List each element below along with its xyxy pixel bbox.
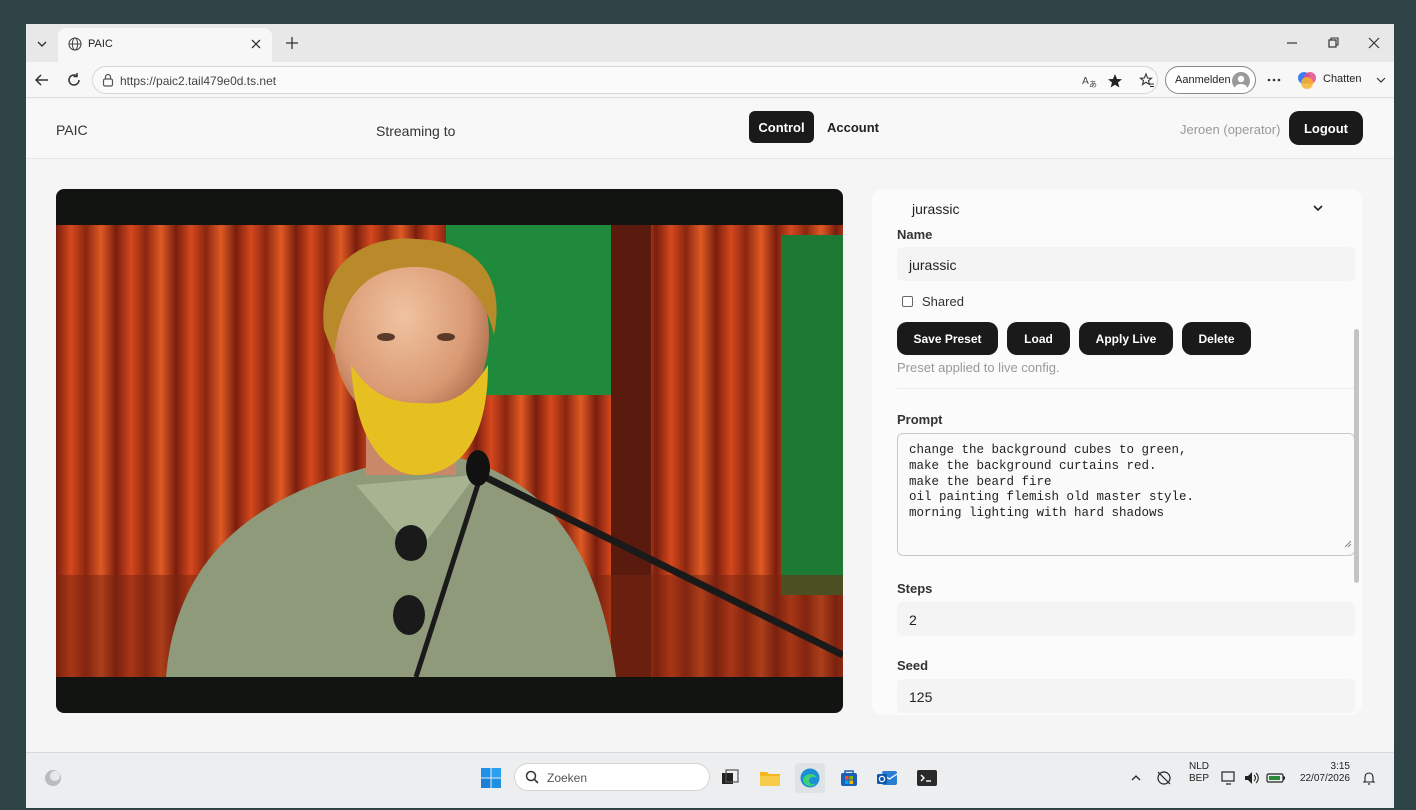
url-bar[interactable]: https://paic2.tail479e0d.ts.net Aあ [92, 66, 1158, 94]
taskbar-search[interactable]: Zoeken [514, 763, 710, 791]
user-label: Jeroen (operator) [1180, 122, 1281, 137]
tab-bar: PAIC [26, 24, 1394, 62]
apply-live-button[interactable]: Apply Live [1079, 322, 1173, 355]
nav-control[interactable]: Control [749, 111, 814, 143]
status-message: Preset applied to live config. [897, 360, 1060, 375]
steps-label: Steps [897, 581, 933, 596]
prompt-line: make the background curtains red. [909, 458, 1157, 473]
streaming-label: Streaming to [376, 123, 456, 139]
seed-input-value: 125 [909, 689, 933, 705]
tab-close-icon[interactable] [248, 36, 264, 52]
svg-text:A: A [1082, 76, 1089, 87]
divider [897, 388, 1355, 389]
delete-button[interactable]: Delete [1182, 322, 1251, 355]
web-page: PAIC Streaming to Control Account Jeroen… [26, 99, 1394, 751]
notification-bell-icon[interactable] [1358, 763, 1380, 793]
clock-time: 3:15 [1330, 761, 1350, 772]
logout-button[interactable]: Logout [1289, 111, 1363, 145]
refresh-icon[interactable] [62, 68, 86, 92]
read-aloud-icon[interactable]: Aあ [1081, 72, 1099, 90]
keyboard-layout-code: BEP [1188, 773, 1209, 784]
prompt-line: oil painting flemish old master style. [909, 490, 1195, 505]
name-input[interactable]: jurassic [897, 247, 1355, 281]
language-code: NLD [1188, 761, 1209, 772]
copilot-label[interactable]: Chatten [1323, 73, 1362, 85]
prompt-label: Prompt [897, 412, 943, 427]
url-text[interactable]: https://paic2.tail479e0d.ts.net [120, 74, 276, 88]
tray-chevron-up-icon[interactable] [1124, 763, 1148, 793]
more-options-icon[interactable] [1264, 70, 1284, 90]
tab-actions-chevron-icon[interactable] [30, 32, 54, 56]
app-brand[interactable]: PAIC [56, 122, 88, 138]
lock-icon[interactable] [102, 73, 114, 92]
shared-checkbox[interactable] [902, 296, 913, 307]
browser-tab[interactable]: PAIC [58, 28, 272, 62]
task-view-icon[interactable] [715, 763, 745, 793]
window-close-icon[interactable] [1364, 34, 1384, 52]
video-stream [56, 189, 843, 713]
load-button[interactable]: Load [1007, 322, 1070, 355]
file-explorer-icon[interactable] [755, 763, 785, 793]
seed-label: Seed [897, 658, 929, 673]
nav-account[interactable]: Account [823, 111, 883, 143]
windows-start-icon[interactable] [476, 763, 506, 793]
address-bar-row: https://paic2.tail479e0d.ts.net Aあ Aanme… [26, 62, 1394, 98]
preset-select[interactable]: jurassic [900, 193, 1330, 223]
prompt-line: morning lighting with hard shadows [909, 506, 1165, 521]
globe-icon [68, 37, 82, 56]
steps-input[interactable]: 2 [897, 602, 1355, 636]
name-label: Name [897, 227, 933, 242]
volume-icon[interactable] [1241, 763, 1263, 793]
favorites-icon[interactable] [1137, 70, 1157, 90]
panel-scrollbar[interactable] [1354, 329, 1359, 583]
seed-input[interactable]: 125 [897, 679, 1355, 713]
battery-icon[interactable] [1264, 763, 1288, 793]
tab-title: PAIC [88, 38, 113, 50]
clock[interactable]: 3:15 22/07/2026 [1294, 761, 1350, 785]
profile-avatar-icon [1232, 72, 1250, 90]
no-network-icon[interactable] [1152, 763, 1176, 793]
chevron-down-icon [1312, 201, 1324, 219]
signin-button[interactable]: Aanmelden [1165, 66, 1256, 94]
store-icon[interactable] [834, 763, 864, 793]
widgets-icon[interactable] [38, 763, 68, 793]
clock-date: 22/07/2026 [1299, 773, 1350, 784]
prompt-line: make the beard fire [909, 474, 1052, 489]
maximize-icon[interactable] [1323, 34, 1343, 52]
name-input-value: jurassic [909, 257, 957, 273]
edge-browser-icon[interactable] [795, 763, 825, 793]
prompt-line: change the background cubes to green, [909, 443, 1187, 457]
search-placeholder: Zoeken [547, 771, 588, 785]
save-preset-button[interactable]: Save Preset [897, 322, 998, 355]
outlook-icon[interactable] [872, 763, 902, 793]
taskbar: Zoeken NLD BEP 3:15 22/07/2026 [26, 752, 1394, 808]
prompt-textarea[interactable]: change the background cubes to green, ma… [897, 433, 1355, 556]
preset-select-value: jurassic [912, 201, 960, 217]
copilot-chevron-icon[interactable] [1371, 70, 1391, 90]
shared-label[interactable]: Shared [922, 294, 964, 309]
signin-label: Aanmelden [1175, 74, 1231, 86]
input-language[interactable]: NLD BEP [1186, 761, 1212, 785]
copilot-icon[interactable] [1297, 70, 1317, 90]
minimize-icon[interactable] [1282, 34, 1302, 52]
search-icon [525, 770, 539, 789]
stream-frame-image [56, 225, 843, 677]
steps-input-value: 2 [909, 612, 917, 628]
terminal-icon[interactable] [912, 763, 942, 793]
app-header: PAIC Streaming to Control Account Jeroen… [26, 99, 1394, 159]
svg-text:あ: あ [1089, 80, 1097, 88]
resize-handle-icon[interactable] [1344, 535, 1352, 553]
display-icon[interactable] [1218, 763, 1240, 793]
new-tab-plus-icon[interactable] [282, 33, 302, 53]
favorite-star-icon[interactable] [1106, 72, 1124, 90]
browser-window: PAIC https://paic2.tail479e0d.ts.net A あ… [26, 24, 1394, 808]
control-panel: jurassic Name jurassic Shared Save Prese… [872, 189, 1362, 715]
back-arrow-icon[interactable] [30, 68, 54, 92]
